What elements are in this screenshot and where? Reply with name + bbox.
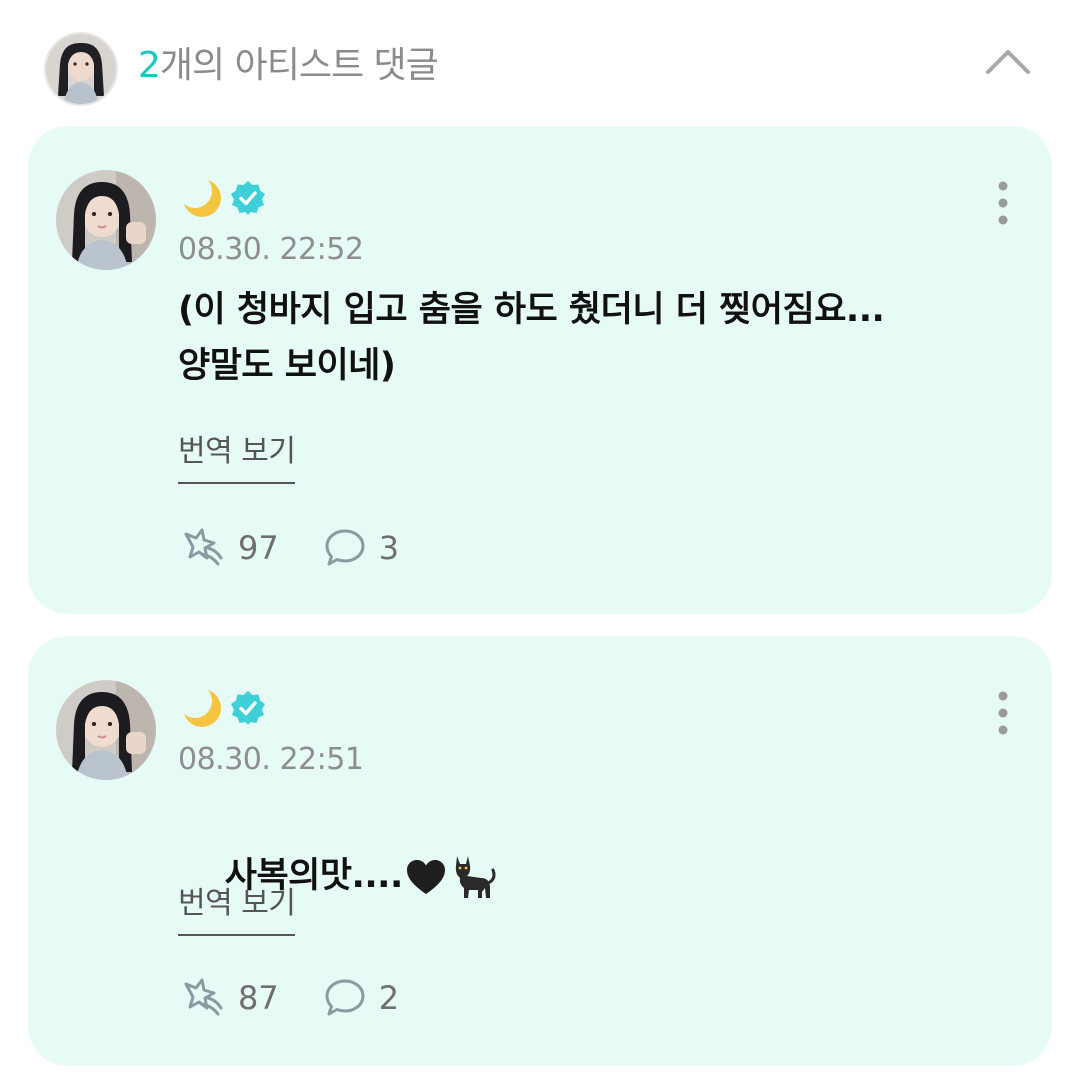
speech-bubble-icon [325,529,365,566]
artist-comments-header[interactable]: 2개의 아티스트 댓글 [0,0,1080,126]
like-count: 87 [238,979,279,1017]
reply-button[interactable]: 3 [323,526,399,570]
artist-comment-card: 08.30. 22:52 (이 청바지 입고 춤을 하도 췄더니 더 찢어짐요.… [28,126,1052,614]
speech-bubble-icon [325,979,365,1016]
artist-comments-title-text: 개의 아티스트 댓글 [159,45,439,86]
translate-link[interactable]: 번역 보기 [178,432,296,484]
cheer-star-icon [184,528,223,566]
like-count: 97 [238,529,279,567]
black-cat-emoji [455,856,496,898]
reply-count: 2 [378,979,400,1017]
more-options-button[interactable] [988,178,1018,234]
reply-button[interactable]: 2 [323,976,399,1020]
comment-timestamp: 08.30. 22:52 [178,232,364,267]
artist-avatar [44,32,118,106]
chevron-up-icon [986,50,1030,74]
cheer-star-icon [184,978,223,1016]
crescent-moon-emoji [183,689,221,727]
artist-avatar[interactable] [56,680,156,780]
artist-comment-card: 08.30. 22:51 사복의맛.... 번역 보기 87 2 [28,636,1052,1066]
reply-count: 3 [378,529,400,567]
author-name-row [178,686,266,730]
artist-comment-count: 2 [138,45,161,86]
artist-comments-title: 2개의 아티스트 댓글 [138,38,439,94]
author-name-row [178,176,266,220]
translate-link[interactable]: 번역 보기 [178,884,296,936]
comment-text-container: 사복의맛.... [178,792,1008,960]
comment-text: (이 청바지 입고 춤을 하도 췄더니 더 찢어짐요... 양말도 보이네) [178,290,885,386]
comment-timestamp: 08.30. 22:51 [178,742,364,777]
more-options-button[interactable] [988,688,1018,744]
collapse-button[interactable] [980,40,1036,84]
more-vertical-icon [998,181,1008,225]
artist-avatar[interactable] [56,170,156,270]
verified-badge-icon [231,691,265,725]
black-heart-emoji [406,860,445,894]
like-button[interactable]: 97 [178,526,279,570]
more-vertical-icon [998,691,1008,735]
crescent-moon-emoji [183,179,221,217]
like-button[interactable]: 87 [178,976,279,1020]
reaction-row: 87 2 [178,976,399,1020]
reaction-row: 97 3 [178,526,399,570]
verified-badge-icon [231,181,265,215]
